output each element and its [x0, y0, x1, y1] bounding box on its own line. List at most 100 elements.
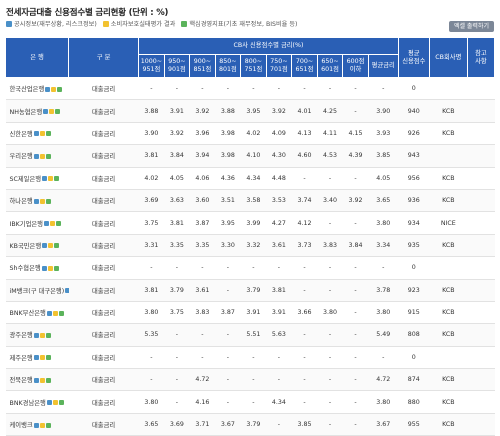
bank-name-link[interactable]: BNK부산은행 [10, 310, 46, 317]
type-cell: 대출금리 [68, 167, 139, 190]
bank-name-link[interactable]: IBK기업은행 [10, 221, 43, 228]
type-cell: 대출금리 [68, 211, 139, 235]
blue-box-icon[interactable] [33, 422, 39, 428]
yellow-box-icon[interactable] [47, 265, 53, 271]
green-box-icon[interactable] [45, 131, 51, 137]
yellow-box-icon[interactable] [39, 332, 45, 338]
green-box-icon[interactable] [58, 400, 64, 406]
bank-name-link[interactable]: BNK경남은행 [10, 400, 46, 407]
table-row: 하나은행 대출금리 3.69 3.63 3.60 3.51 3.58 3.53 3.74 3.40… [5, 189, 495, 213]
rate-cell: 4.11 [317, 122, 343, 146]
green-box-icon[interactable] [45, 377, 51, 383]
rate-cell: 3.65 [138, 413, 165, 436]
yellow-box-icon[interactable] [49, 221, 55, 227]
cb-company-cell: KCB [429, 234, 468, 258]
blue-box-icon[interactable] [65, 288, 69, 294]
rate-cell: 5.51 [240, 323, 267, 347]
bank-name-link[interactable]: 우리은행 [10, 153, 33, 160]
blue-box-icon[interactable] [33, 355, 39, 361]
green-box-icon[interactable] [45, 422, 51, 428]
type-cell: 대출금리 [68, 189, 139, 213]
table-row: IBK기업은행 대출금리 3.75 3.81 3.87 3.95 3.99 4.27 4.12-… [5, 211, 495, 235]
rate-cell: 3.79 [164, 279, 190, 302]
green-box-icon[interactable] [45, 153, 51, 159]
bank-name-link[interactable]: SC제일은행 [10, 176, 42, 183]
bank-name-link[interactable]: iM뱅크(구 대구은행) [10, 288, 65, 295]
blue-box-icon[interactable] [33, 198, 39, 204]
avg-score-cell: 940 [398, 99, 430, 123]
rate-cell: 4.10 [240, 144, 267, 168]
yellow-box-icon[interactable] [39, 198, 45, 204]
blue-box-icon[interactable] [41, 265, 47, 271]
type-cell: 대출금리 [68, 279, 139, 302]
rate-cell: 3.81 [164, 211, 190, 235]
rate-table: 은 행 구 분 CB사 신용점수별 금리(%) 평균 신용점수 CB회사명 참고… [4, 37, 496, 436]
bank-name-link[interactable]: 제주은행 [10, 355, 33, 362]
yellow-box-icon[interactable] [52, 400, 58, 406]
avg-score-cell: 955 [398, 413, 430, 436]
bank-name-link[interactable]: 전북은행 [10, 377, 33, 384]
rate-cell: - [215, 77, 241, 101]
rate-cell: - [317, 279, 343, 302]
header-avg-rate: 평균금리 [367, 54, 399, 78]
avg-score-cell: 0 [398, 346, 430, 370]
green-box-icon[interactable] [45, 355, 51, 361]
excel-export-button[interactable]: 엑셀 출력하기 [448, 21, 494, 32]
header-score-range: 750~ 701점 [265, 54, 293, 78]
green-box-icon[interactable] [45, 198, 51, 204]
green-box-icon[interactable] [54, 176, 60, 182]
yellow-box-icon[interactable] [51, 86, 57, 92]
yellow-box-icon[interactable] [39, 377, 45, 383]
rate-cell: 3.51 [215, 189, 241, 213]
table-row: 광주은행 대출금리 5.35- - -5.51 5.63- - -5.49 808 KCB [5, 323, 495, 347]
blue-box-icon[interactable] [33, 377, 39, 383]
green-box-icon[interactable] [55, 221, 61, 227]
green-box-icon[interactable] [53, 265, 59, 271]
bank-name-link[interactable]: NH농협은행 [10, 109, 43, 116]
blue-box-icon[interactable] [45, 86, 51, 92]
rate-cell: 3.73 [291, 234, 318, 258]
yellow-box-icon[interactable] [39, 131, 45, 137]
yellow-box-icon[interactable] [39, 422, 45, 428]
page-title: 전세자금대출 신용점수별 금리현황 (단위 : %) [6, 8, 169, 18]
bank-name-link[interactable]: 신한은행 [10, 131, 33, 138]
bank-name-link[interactable]: 케이뱅크 [10, 422, 33, 429]
blue-box-icon[interactable] [33, 131, 39, 137]
legend: 공시정보(재무상황, 리스크정보) 소비자보호실태평가 결과 핵심경영지표(기초… [6, 19, 303, 28]
blue-box-icon[interactable] [33, 332, 39, 338]
yellow-box-icon[interactable] [48, 243, 54, 249]
legend-item-disclosure: 공시정보(재무상황, 리스크정보) [6, 19, 97, 28]
bank-name-link[interactable]: 광주은행 [10, 332, 33, 339]
yellow-box-icon[interactable] [39, 153, 45, 159]
bank-name-link[interactable]: 하나은행 [10, 198, 33, 205]
blue-box-icon[interactable] [42, 176, 48, 182]
blue-box-icon[interactable] [46, 400, 52, 406]
rate-cell: - [317, 256, 343, 280]
bank-name-link[interactable]: 한국산업은행 [10, 86, 45, 93]
type-cell: 대출금리 [68, 234, 139, 258]
rate-cell: 4.34 [240, 167, 267, 190]
yellow-box-icon[interactable] [39, 355, 45, 361]
blue-box-icon[interactable] [43, 221, 49, 227]
yellow-box-icon[interactable] [48, 176, 54, 182]
blue-box-icon[interactable] [46, 310, 52, 316]
table-row: BNK경남은행 대출금리 3.80-4.16- -4.34- - -3.80 880 KCB [5, 390, 495, 414]
blue-box-icon[interactable] [43, 109, 49, 115]
yellow-box-icon[interactable] [52, 310, 58, 316]
blue-box-icon[interactable] [33, 153, 39, 159]
cb-company-cell: KCB [429, 368, 468, 392]
page: 전세자금대출 신용점수별 금리현황 (단위 : %) 공시정보(재무상황, 리스… [0, 0, 500, 436]
green-box-icon[interactable] [54, 243, 60, 249]
rate-cell: - [164, 390, 190, 414]
green-box-icon[interactable] [57, 86, 63, 92]
blue-box-icon[interactable] [42, 243, 48, 249]
bank-name-link[interactable]: KB국민은행 [10, 243, 42, 250]
type-cell: 대출금리 [68, 323, 139, 347]
yellow-box-icon[interactable] [49, 109, 55, 115]
rate-cell: - [138, 368, 165, 392]
bank-name-link[interactable]: Sh수협은행 [10, 265, 41, 272]
green-box-icon[interactable] [58, 310, 64, 316]
green-box-icon[interactable] [45, 332, 51, 338]
green-box-icon[interactable] [55, 109, 61, 115]
rate-cell: 3.87 [215, 301, 241, 325]
